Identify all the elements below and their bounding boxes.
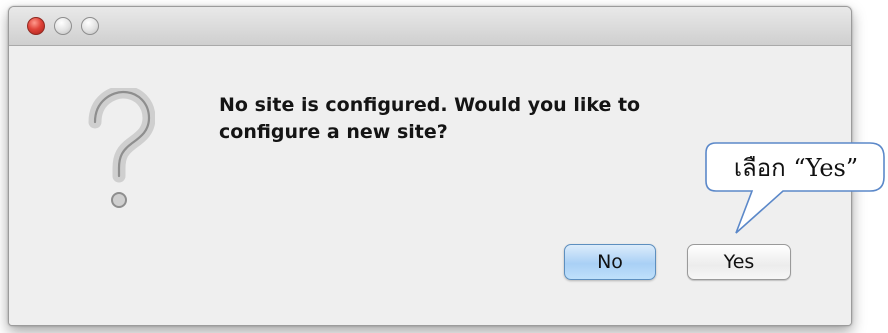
title-bar <box>9 7 851 46</box>
yes-button-label: Yes <box>723 251 755 273</box>
zoom-window-button[interactable] <box>81 17 99 35</box>
question-mark-icon <box>88 88 155 208</box>
close-window-button[interactable] <box>27 17 45 35</box>
no-button[interactable]: No <box>564 244 656 280</box>
message-line-2: configure a new site? <box>219 121 448 143</box>
minimize-window-button[interactable] <box>54 17 72 35</box>
dialog-message: No site is configured. Would you like to… <box>219 92 779 146</box>
message-line-1: No site is configured. Would you like to <box>219 94 641 116</box>
no-button-label: No <box>597 251 623 273</box>
yes-button[interactable]: Yes <box>687 244 791 280</box>
callout-text: เลือก “Yes” <box>733 153 859 182</box>
